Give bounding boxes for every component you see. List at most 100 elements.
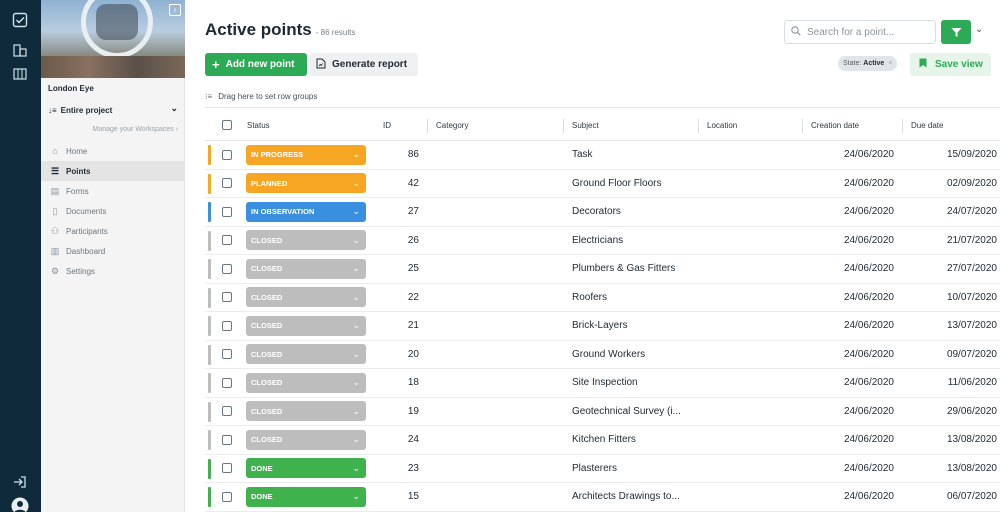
save-view-button[interactable]: Save view	[910, 53, 991, 76]
status-dropdown[interactable]: DONE ⌄	[246, 455, 366, 483]
point-id: 86	[407, 149, 419, 161]
collapse-sidebar-icon[interactable]: ‹	[169, 4, 181, 16]
table-header-row: Status ID Category Subject Location Crea…	[205, 110, 1000, 141]
scope-selector[interactable]: ↓≡ Entire project ⌄	[48, 103, 180, 117]
point-subject: Task	[572, 149, 593, 161]
status-dropdown[interactable]: CLOSED ⌄	[246, 341, 366, 369]
sidebar-item-documents[interactable]: ▯ Documents	[41, 201, 185, 221]
point-subject: Plasterers	[572, 462, 618, 474]
row-checkbox[interactable]	[222, 198, 232, 226]
close-icon[interactable]: ×	[888, 60, 892, 67]
status-dropdown[interactable]: CLOSED ⌄	[246, 398, 366, 426]
select-all-checkbox[interactable]	[222, 110, 232, 140]
status-dropdown[interactable]: CLOSED ⌄	[246, 255, 366, 283]
table-row[interactable]: CLOSED ⌄ 20 Ground Workers 24/06/2020 09/07/2…	[205, 341, 1000, 369]
row-checkbox[interactable]	[222, 369, 232, 397]
column-header-id[interactable]: ID	[383, 110, 391, 140]
table-row[interactable]: CLOSED ⌄ 21 Brick-Layers 24/06/2020 13/07/202…	[205, 312, 1000, 341]
column-header-due-date[interactable]: Due date	[911, 110, 943, 140]
row-checkbox[interactable]	[222, 170, 232, 198]
user-avatar-icon[interactable]	[8, 494, 32, 512]
creation-date: 24/06/2020	[843, 405, 894, 417]
status-accent-bar	[208, 430, 211, 450]
table-row[interactable]: CLOSED ⌄ 26 Electricians 24/06/2020 21/07/202…	[205, 227, 1000, 255]
chevron-down-icon[interactable]: ⌄	[975, 24, 983, 35]
sidebar-item-home[interactable]: ⌂ Home	[41, 141, 185, 161]
row-checkbox[interactable]	[222, 284, 232, 312]
row-checkbox[interactable]	[222, 227, 232, 255]
status-label: CLOSED	[251, 378, 283, 388]
generate-report-button[interactable]: Generate report	[310, 53, 418, 76]
row-group-dropzone[interactable]: ⁝≡ Drag here to set row groups	[205, 86, 1000, 108]
due-date: 21/07/2020	[946, 234, 997, 246]
status-dropdown[interactable]: IN PROGRESS ⌄	[246, 141, 366, 169]
sidebar-item-label: Dashboard	[66, 246, 106, 256]
status-dropdown[interactable]: CLOSED ⌄	[246, 227, 366, 255]
status-accent-bar	[208, 287, 211, 308]
row-checkbox[interactable]	[222, 398, 232, 426]
logout-icon[interactable]	[8, 470, 32, 494]
points-table: Status ID Category Subject Location Crea…	[205, 110, 1000, 512]
row-checkbox[interactable]	[222, 341, 232, 369]
state-filter-chip[interactable]: State: Active ×	[838, 56, 898, 71]
row-checkbox[interactable]	[222, 255, 232, 283]
status-dropdown[interactable]: CLOSED ⌄	[246, 284, 366, 312]
table-row[interactable]: DONE ⌄ 23 Plasterers 24/06/2020 13/08/2020	[205, 455, 1000, 483]
column-header-status[interactable]: Status	[247, 110, 270, 140]
status-label: CLOSED	[251, 406, 283, 416]
table-row[interactable]: CLOSED ⌄ 24 Kitchen Fitters 24/06/2020 13/08/…	[205, 426, 1000, 455]
sidebar-item-points[interactable]: ☰ Points	[41, 161, 185, 181]
list-icon: ☰	[50, 165, 60, 176]
column-header-category[interactable]: Category	[436, 110, 468, 140]
due-date: 29/06/2020	[946, 405, 997, 417]
sidebar-item-forms[interactable]: ▤ Forms	[41, 181, 185, 201]
status-dropdown[interactable]: PLANNED ⌄	[246, 170, 366, 198]
buildings-icon[interactable]	[8, 38, 32, 62]
column-header-creation-date[interactable]: Creation date	[811, 110, 859, 140]
status-dropdown[interactable]: IN OBSERVATION ⌄	[246, 198, 366, 226]
chevron-down-icon: ⌄	[170, 103, 178, 113]
search-input[interactable]: Search for a point...	[784, 20, 936, 44]
creation-date: 24/06/2020	[843, 291, 894, 303]
row-checkbox[interactable]	[222, 455, 232, 483]
creation-date: 24/06/2020	[843, 491, 894, 503]
table-row[interactable]: DONE ⌄ 15 Architects Drawings to... 24/06/20…	[205, 483, 1000, 512]
row-checkbox[interactable]	[222, 426, 232, 454]
table-row[interactable]: CLOSED ⌄ 25 Plumbers & Gas Fitters 24/06/202…	[205, 255, 1000, 284]
table-body: IN PROGRESS ⌄ 86 Task 24/06/2020 15/09/2020 PL…	[205, 141, 1000, 512]
row-checkbox[interactable]	[222, 312, 232, 340]
table-row[interactable]: CLOSED ⌄ 22 Roofers 24/06/2020 10/07/2020	[205, 284, 1000, 312]
table-row[interactable]: CLOSED ⌄ 18 Site Inspection 24/06/2020 11/06/…	[205, 369, 1000, 398]
row-checkbox[interactable]	[222, 483, 232, 511]
sidebar-item-settings[interactable]: ⚙ Settings	[41, 261, 185, 281]
status-dropdown[interactable]: CLOSED ⌄	[246, 369, 366, 397]
point-id: 15	[407, 491, 419, 503]
add-new-point-button[interactable]: + Add new point	[205, 53, 307, 76]
table-row[interactable]: CLOSED ⌄ 19 Geotechnical Survey (i... 24/06/…	[205, 398, 1000, 426]
sidebar-item-dashboard[interactable]: ▥ Dashboard	[41, 241, 185, 261]
row-checkbox[interactable]	[222, 141, 232, 169]
point-subject: Geotechnical Survey (i...	[572, 405, 681, 417]
status-dropdown[interactable]: CLOSED ⌄	[246, 312, 366, 340]
point-id: 18	[407, 377, 419, 389]
manage-workspaces-link[interactable]: Manage your Workspaces ›	[93, 126, 178, 133]
check-square-icon[interactable]	[8, 8, 32, 32]
column-header-location[interactable]: Location	[707, 110, 737, 140]
manage-workspaces-label: Manage your Workspaces	[92, 126, 174, 133]
status-accent-bar	[208, 259, 211, 279]
map-icon[interactable]	[8, 62, 32, 86]
point-subject: Decorators	[572, 206, 621, 218]
column-header-subject[interactable]: Subject	[572, 110, 599, 140]
status-label: CLOSED	[251, 292, 283, 302]
point-id: 22	[407, 291, 419, 303]
sidebar-item-participants[interactable]: ⚇ Participants	[41, 221, 185, 241]
status-dropdown[interactable]: CLOSED ⌄	[246, 426, 366, 454]
project-image: ‹	[41, 0, 185, 78]
due-date: 06/07/2020	[946, 491, 997, 503]
status-dropdown[interactable]: DONE ⌄	[246, 483, 366, 511]
table-row[interactable]: IN OBSERVATION ⌄ 27 Decorators 24/06/2020 24/…	[205, 198, 1000, 227]
table-row[interactable]: PLANNED ⌄ 42 Ground Floor Floors 24/06/2020 0…	[205, 170, 1000, 198]
point-subject: Electricians	[572, 234, 624, 246]
filter-button[interactable]	[941, 20, 971, 44]
table-row[interactable]: IN PROGRESS ⌄ 86 Task 24/06/2020 15/09/2020	[205, 141, 1000, 170]
